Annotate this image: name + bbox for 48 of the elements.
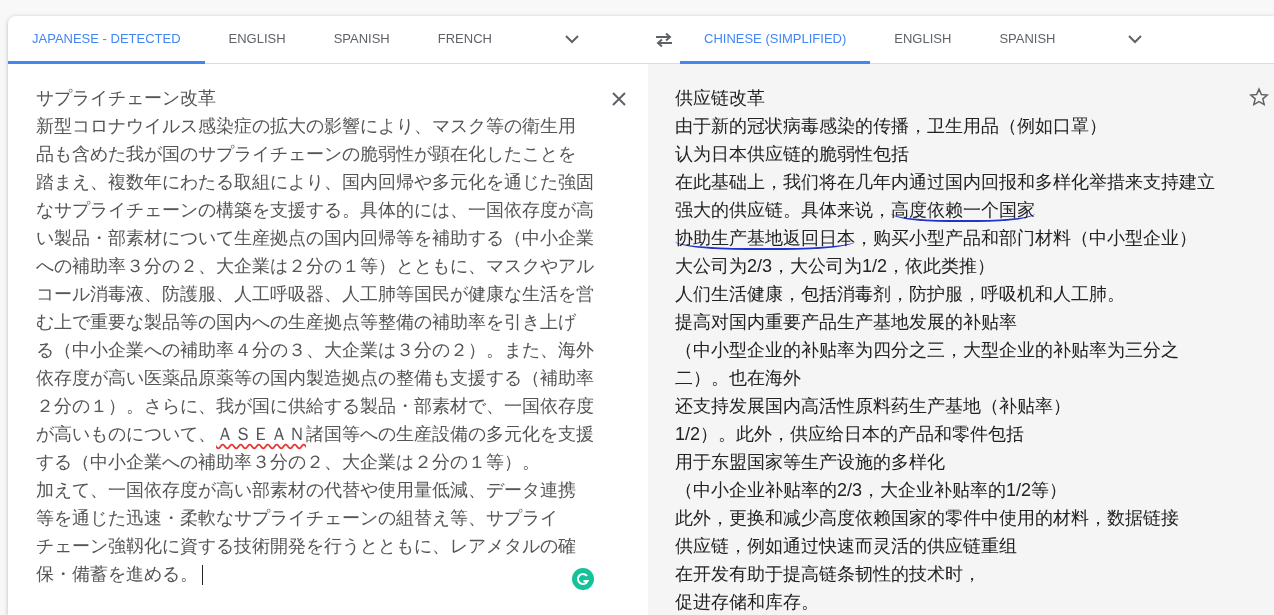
translated-text-line: 促进存储和库存。 — [675, 591, 819, 614]
translated-text-line: 在开发有助于提高链条韧性的技术时， — [675, 563, 981, 586]
chevron-down-icon — [564, 35, 579, 44]
translated-text-line: 还支持发展国内高活性原料药生产基地（补贴率） — [675, 395, 1071, 418]
translated-text-line: 强大的供应链。具体来说，高度依赖一个国家 — [675, 199, 1035, 224]
source-text-line: る（中小企業への補助率４分の３、大企業は３分の２）。また、海外 — [36, 338, 594, 362]
source-text-line: 保・備蓄を進める。 — [36, 560, 203, 588]
translated-text-line: 供应链改革 — [675, 87, 765, 110]
translated-text-line: 用于东盟国家等生产设施的多样化 — [675, 451, 945, 474]
source-text-line: 品も含めた我が国のサプライチェーンの脆弱性が顕在化したことを — [36, 142, 576, 166]
language-tab[interactable]: ENGLISH — [204, 16, 310, 64]
chevron-down-icon — [1128, 35, 1143, 44]
source-text-line: が高いものについて、ＡＳＥＡＮ諸国等への生産設備の多元化を支援 — [36, 422, 594, 446]
text-cursor — [202, 565, 203, 585]
translated-text-line: （中小企业补贴率的2/3，大企业补贴率的1/2等） — [675, 479, 1068, 502]
source-text-line: い製品・部素材について生産拠点の国内回帰等を補助する（中小企業 — [36, 226, 594, 250]
source-text-line: コール消毒液、防護服、人工呼吸器、人工肺等国民が健康な生活を営 — [36, 282, 594, 306]
close-icon[interactable] — [610, 90, 628, 108]
language-tab[interactable]: ENGLISH — [870, 16, 976, 64]
source-text-line: 新型コロナウイルス感染症の拡大の影響により、マスク等の衛生用 — [36, 114, 576, 138]
source-text-line: サプライチェーン改革 — [36, 86, 216, 110]
translated-text-line: 在此基础上，我们将在几年内通过国内回报和多样化举措来支持建立 — [675, 171, 1215, 194]
language-tab[interactable]: JAPANESE - DETECTED — [8, 16, 205, 64]
source-text-line: への補助率３分の２、大企業は２分の１等）とともに、マスクやアル — [36, 254, 594, 278]
source-text-line: む上で重要な製品等の国内への生産拠点等整備の補助率を引き上げ — [36, 310, 576, 334]
source-text-line: 依存度が高い医薬品原薬等の国内製造拠点の整備も支援する（補助率 — [36, 366, 594, 390]
source-text-line: 加えて、一国依存度が高い部素材の代替や使用量低減、データ連携 — [36, 478, 576, 502]
translated-text-line: 由于新的冠状病毒感染的传播，卫生用品（例如口罩） — [675, 115, 1107, 138]
translated-text-line: 大公司为2/3，大公司为1/2，依此类推） — [675, 255, 996, 278]
translated-text-line: 供应链，例如通过快速而灵活的供应链重组 — [675, 535, 1017, 558]
translated-text-line: 此外，更换和减少高度依赖国家的零件中使用的材料，数据链接 — [675, 507, 1179, 530]
source-text-line: する（中小企業への補助率３分の２、大企業は２分の１等）。 — [36, 450, 540, 474]
translated-text-line: 协助生产基地返回日本，购买小型产品和部门材料（中小型企业） — [675, 227, 1197, 252]
translated-text-line: （中小型企业的补贴率为四分之三，大型企业的补贴率为三分之 — [675, 339, 1179, 362]
translated-text-line: 1/2）。此外，供应给日本的产品和零件包括 — [675, 423, 1025, 446]
language-tab[interactable]: SPANISH — [309, 16, 414, 64]
source-text-line: ２分の１）。さらに、我が国に供給する製品・部素材で、一国依存度 — [36, 394, 594, 418]
source-text-line: チェーン強靱化に資する技術開発を行うとともに、レアメタルの確 — [36, 534, 576, 558]
source-text-line: 踏まえ、複数年にわたる取組により、国内回帰や多元化を通じた強固 — [36, 170, 594, 194]
source-text-line: 等を通じた迅速・柔軟なサプライチェーンの組替え等、サプライ — [36, 506, 558, 530]
translated-text-line: 提高对国内重要产品生产基地发展的补贴率 — [675, 311, 1017, 334]
star-icon[interactable] — [1248, 86, 1270, 108]
translated-text-line: 二）。也在海外 — [675, 367, 801, 390]
language-tab[interactable]: FRENCH — [413, 16, 516, 64]
source-text-line: なサプライチェーンの構築を支援する。具体的には、一国依存度が高 — [36, 198, 594, 222]
translated-text-line: 认为日本供应链的脆弱性包括 — [675, 143, 909, 166]
language-tab[interactable]: SPANISH — [975, 16, 1080, 64]
translated-text-line: 人们生活健康，包括消毒剂，防护服，呼吸机和人工肺。 — [675, 283, 1125, 306]
